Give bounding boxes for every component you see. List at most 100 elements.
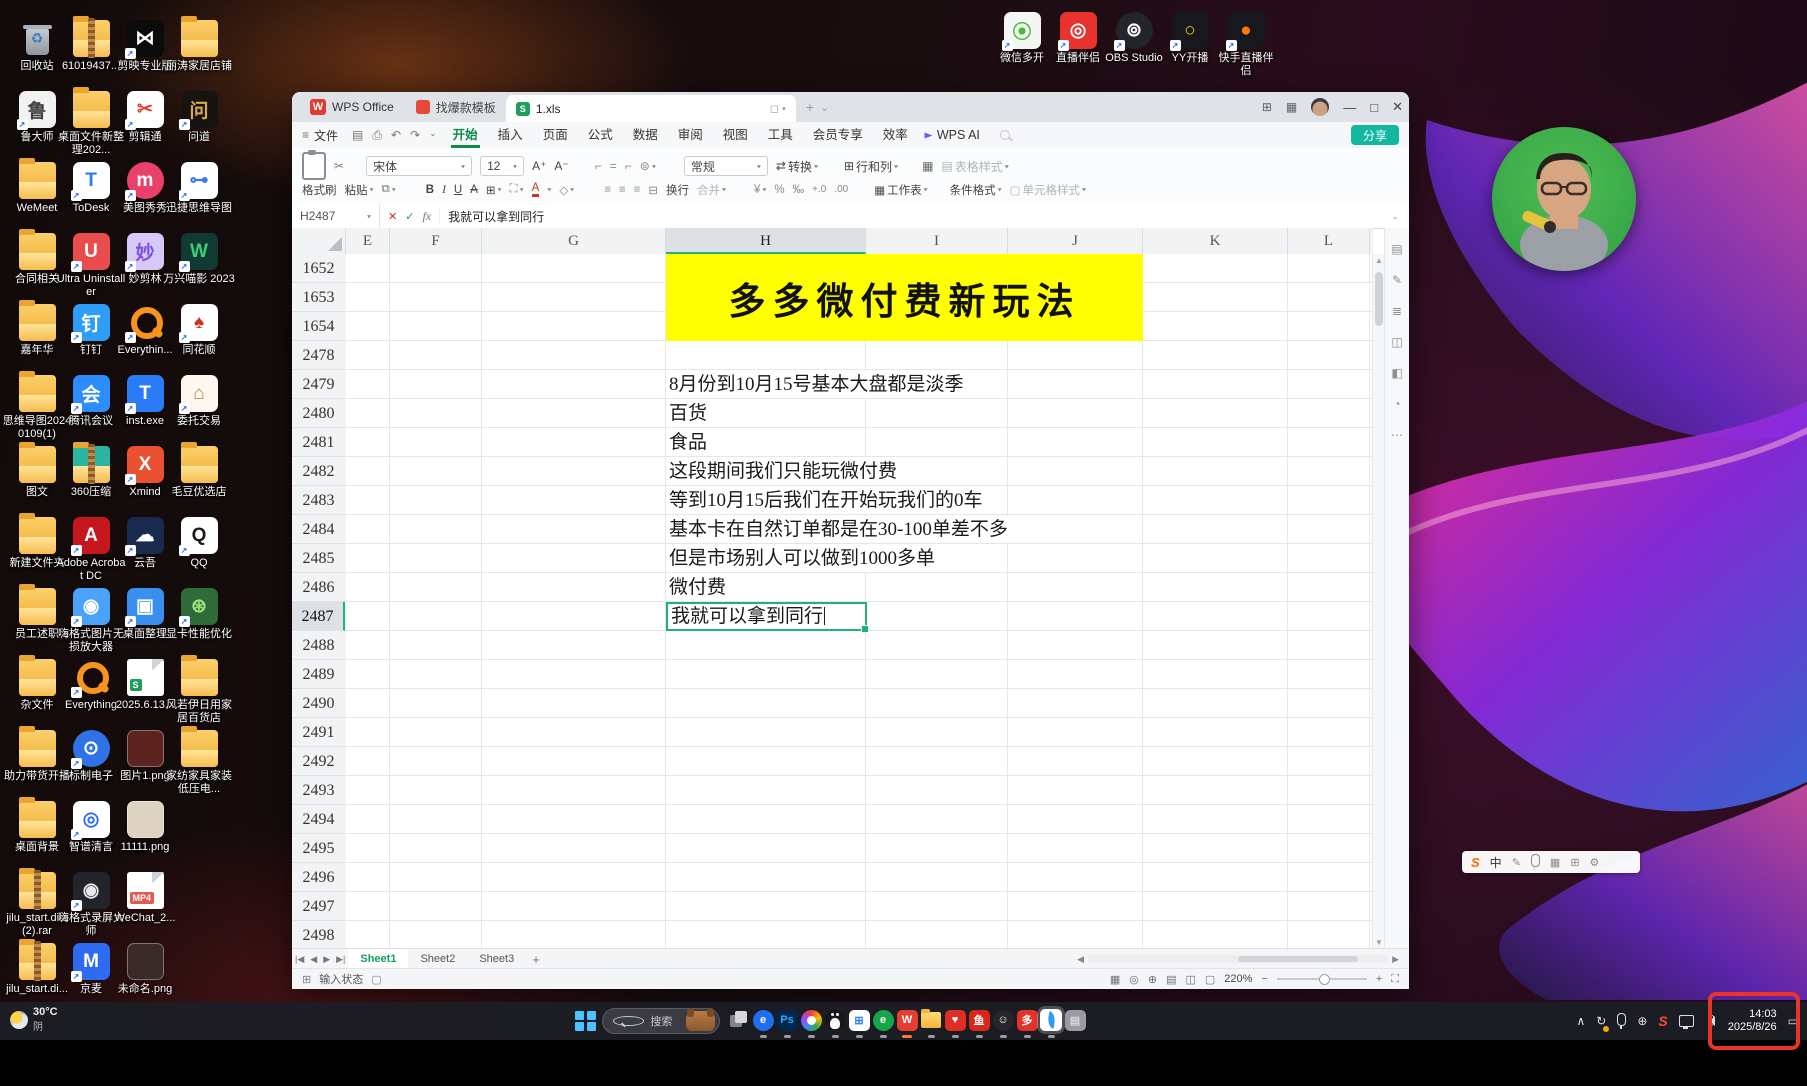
cond-format-icon[interactable]: ▦ (922, 159, 933, 173)
undo-icon[interactable]: ↶ (391, 128, 401, 143)
rail-panel-icon[interactable]: ▤ (1391, 242, 1402, 256)
merge-center-button[interactable]: 合并▾ (697, 182, 726, 198)
menu-tab-效率[interactable]: 效率 (881, 122, 910, 148)
align-center-icon[interactable]: ≡ (619, 184, 626, 196)
row-header-2486[interactable]: 2486 (292, 573, 345, 602)
borders-icon[interactable]: ⊞▾ (486, 183, 502, 197)
desktop-icon[interactable]: 风若伊日用家居百货店 (163, 659, 235, 725)
zoom-slider[interactable] (1277, 978, 1367, 980)
taskbar-app-task-view[interactable] (728, 1009, 750, 1031)
cell-text-row-2479[interactable]: 8月份到10月15号基本大盘都是淡季 (669, 371, 970, 398)
remove-decimal-icon[interactable]: .00 (834, 184, 848, 195)
menu-tab-页面[interactable]: 页面 (541, 122, 570, 148)
cell-text-row-2481[interactable]: 食品 (669, 429, 713, 456)
weather-widget[interactable]: 30°C 阴 (10, 1006, 58, 1033)
ime-board-icon[interactable]: ▦ (1550, 856, 1560, 869)
sheet-tab-Sheet3[interactable]: Sheet3 (467, 949, 526, 969)
menu-tab-工具[interactable]: 工具 (766, 122, 795, 148)
notification-icon[interactable]: ▭ (1788, 1014, 1799, 1028)
tab-list-chevron-icon[interactable]: ⌄ (820, 101, 829, 114)
taskbar-app-red-app[interactable]: 多 (1016, 1009, 1038, 1031)
menu-tab-插入[interactable]: 插入 (496, 122, 525, 148)
column-header-J[interactable]: J (1008, 228, 1143, 254)
record-icon[interactable]: ◎ (1129, 973, 1139, 986)
cell-text-row-2483[interactable]: 等到10月15后我们在开始玩我们的0车 (669, 487, 989, 514)
vscroll-thumb[interactable] (1375, 272, 1383, 326)
taskbar-search[interactable]: 搜索 (602, 1008, 720, 1034)
desktop-icon[interactable]: ⌂↗委托交易 (163, 375, 235, 428)
ime-pen-icon[interactable]: ✎ (1512, 856, 1521, 869)
row-header-2494[interactable]: 2494 (292, 805, 345, 834)
convert-button[interactable]: ⇄ 转换▾ (776, 158, 818, 175)
taskbar-app-edge-browser[interactable]: e (752, 1009, 774, 1031)
zoom-in-icon[interactable]: + (1376, 973, 1382, 985)
desktop-icon[interactable]: MP4WeChat_2... (109, 872, 181, 925)
row-header-2493[interactable]: 2493 (292, 776, 345, 805)
ime-lang-toggle[interactable]: 中 (1490, 854, 1502, 871)
decrease-font-icon[interactable]: A⁻ (554, 159, 568, 173)
font-color-icon[interactable]: A (532, 183, 540, 197)
document-tab[interactable]: S1.xls◻ • (506, 95, 796, 122)
display-icon[interactable] (1679, 1015, 1694, 1027)
row-header-2485[interactable]: 2485 (292, 544, 345, 573)
close-button[interactable]: ✕ (1392, 99, 1403, 115)
start-button[interactable] (575, 1010, 597, 1032)
row-header-2490[interactable]: 2490 (292, 689, 345, 718)
row-header-2497[interactable]: 2497 (292, 892, 345, 921)
view-pagebreak-icon[interactable]: ◫ (1185, 973, 1195, 986)
select-all-corner[interactable] (292, 228, 346, 254)
taskbar-app-file-explorer[interactable] (920, 1009, 942, 1031)
ribbon-search-icon[interactable] (1000, 130, 1010, 140)
format-painter-button[interactable]: 格式刷 (302, 182, 337, 198)
eraser-icon[interactable]: ◇▾ (559, 183, 574, 197)
hscroll-thumb[interactable] (1238, 956, 1358, 962)
cell-text-row-2484[interactable]: 基本卡在自然订单都是在30-100单差不多 (669, 516, 1014, 543)
increase-font-icon[interactable]: A⁺ (532, 159, 546, 173)
desktop-icon[interactable]: ⊚↗OBS Studio (1102, 12, 1166, 65)
rail-edit-icon[interactable]: ✎ (1392, 273, 1402, 287)
ime-settings-icon[interactable]: ⚙ (1590, 856, 1600, 869)
desktop-icon[interactable]: 问↗问道 (163, 91, 235, 144)
desktop-icon[interactable]: 11111.png (109, 801, 181, 854)
add-sheet-button[interactable]: + (532, 952, 540, 967)
percent-icon[interactable]: % (774, 184, 784, 196)
row-header-2496[interactable]: 2496 (292, 863, 345, 892)
menu-tab-开始[interactable]: 开始 (451, 122, 480, 148)
sheet-tab-Sheet2[interactable]: Sheet2 (408, 949, 467, 969)
account-avatar[interactable] (1311, 98, 1329, 116)
redo-icon[interactable]: ↷ (410, 128, 420, 143)
desktop-icon[interactable]: ●↗快手直播伴侣 (1214, 12, 1278, 78)
file-menu[interactable]: ≡文件 (302, 127, 338, 144)
cut-icon[interactable]: ✂ (334, 159, 344, 173)
sogou-tray-icon[interactable]: S (1658, 1013, 1667, 1029)
align-top-icon[interactable]: ⌐ (595, 159, 602, 173)
align-middle-icon[interactable]: = (610, 159, 617, 173)
tray-chevron-icon[interactable]: ∧ (1576, 1014, 1585, 1028)
desktop-icon[interactable]: ⊶↗迅捷思维导图 (163, 162, 235, 215)
column-header-I[interactable]: I (866, 228, 1008, 254)
font-name-select[interactable]: 宋体▾ (366, 156, 472, 176)
orientation-icon[interactable]: ⊜▾ (640, 159, 656, 173)
cell-name-box[interactable]: H2487▾ (292, 204, 380, 228)
row-header-2495[interactable]: 2495 (292, 834, 345, 863)
rail-shape-icon[interactable]: ◫ (1391, 335, 1402, 349)
row-header-2481[interactable]: 2481 (292, 428, 345, 457)
add-decimal-icon[interactable]: +.0 (812, 184, 826, 195)
select-mode-icon[interactable]: ⊕ (1148, 973, 1157, 986)
column-header-K[interactable]: K (1143, 228, 1288, 254)
rail-more-icon[interactable]: ⋯ (1391, 428, 1403, 442)
speaker-icon[interactable] (1705, 1016, 1715, 1026)
row-header-2483[interactable]: 2483 (292, 486, 345, 515)
view-layout-icon[interactable]: ▢ (1205, 973, 1215, 986)
taskbar-app-rainbow-browser[interactable] (800, 1009, 822, 1031)
copy-icon[interactable]: ⧉▾ (382, 183, 396, 196)
paste-icon[interactable] (302, 152, 326, 180)
column-header-F[interactable]: F (390, 228, 482, 254)
maximize-button[interactable]: □ (1370, 100, 1378, 115)
align-left-icon[interactable]: ≡ (604, 184, 611, 196)
desktop-icon[interactable]: 毛豆优选店 (163, 446, 235, 499)
next-sheet-icon[interactable]: ▶ (323, 954, 330, 965)
minimize-button[interactable]: — (1343, 100, 1356, 115)
row-header-2487[interactable]: 2487 (292, 602, 345, 631)
tray-mic-icon[interactable] (1617, 1013, 1626, 1026)
